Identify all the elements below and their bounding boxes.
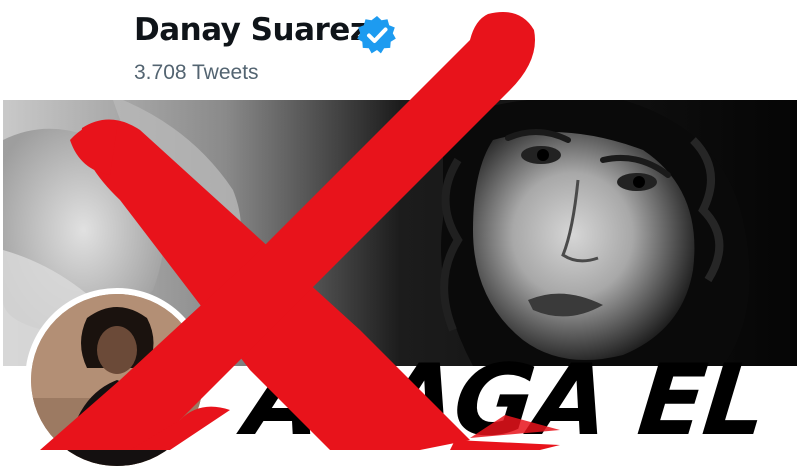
profile-display-name: Danay Suarez	[134, 12, 368, 48]
profile-header: Danay Suarez 3.708 Tweets	[0, 0, 800, 100]
profile-avatar[interactable]	[25, 288, 209, 472]
overlay-caption: APAGA EL	[240, 344, 771, 458]
tweet-count: 3.708 Tweets	[134, 61, 259, 84]
verified-badge-icon	[356, 14, 398, 56]
